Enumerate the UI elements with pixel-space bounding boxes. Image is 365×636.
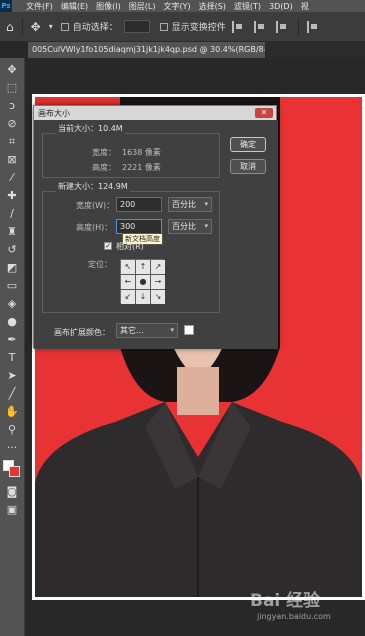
menu-view[interactable]: 视 [301,1,309,12]
close-icon[interactable]: ✕ [255,108,273,118]
chevron-down-icon: ▾ [204,200,208,208]
menu-3d[interactable]: 3D(D) [269,2,293,11]
align-top-icon[interactable] [306,20,319,33]
line-tool-icon[interactable]: ╱ [4,386,20,401]
marquee-tool-icon[interactable]: ⬚ [4,80,20,95]
new-size-title: 新建大小：124.9M [56,181,130,192]
width-input[interactable]: 200 [116,197,162,212]
document-tab[interactable]: 005CulVWly1fo105diaqmj31jk1jk4qp.psd @ 3… [28,42,265,58]
auto-select-dropdown[interactable] [123,20,150,33]
width-unit-select[interactable]: 百分比 ▾ [168,197,212,212]
extension-color-select[interactable]: 其它... ▾ [116,323,178,338]
type-tool-icon[interactable]: T [4,350,20,365]
move-tool-icon[interactable]: ✥ [4,62,20,77]
anchor-arrow-ne-icon[interactable]: ↗ [151,260,165,274]
frame-tool-icon[interactable]: ⊠ [4,152,20,167]
new-height-label: 高度(H)： [76,223,113,232]
history-brush-tool-icon[interactable]: ↺ [4,242,20,257]
separator [21,17,23,36]
menu-image[interactable]: 图像(I) [96,1,121,12]
eyedropper-tool-icon[interactable]: ⁄ [4,170,20,185]
anchor-grid: ↖ ↑ ↗ ← ● → ↙ ↓ ↘ [120,259,165,304]
current-height-label: 高度： [92,163,116,172]
show-transform-checkbox[interactable] [159,22,168,31]
dodge-tool-icon[interactable]: ● [4,314,20,329]
relative-checkbox[interactable]: ✓ [104,242,112,250]
relative-label: 相对(R) [116,242,144,251]
align-right-icon[interactable] [275,20,288,33]
current-width-label: 宽度： [92,148,116,157]
extension-color-label: 画布扩展颜色： [54,328,110,337]
brush-tool-icon[interactable]: ∕ [4,206,20,221]
stamp-tool-icon[interactable]: ♜ [4,224,20,239]
dialog-title: 画布大小 [38,108,70,118]
eraser-tool-icon[interactable]: ◩ [4,260,20,275]
align-left-icon[interactable] [231,20,244,33]
anchor-arrow-n-icon[interactable]: ↑ [136,260,150,274]
menu-filter[interactable]: 滤镜(T) [234,1,261,12]
dialog-titlebar[interactable]: 画布大小 ✕ [34,106,276,120]
canvas-size-dialog: 画布大小 ✕ 当前大小：10.4M 宽度： 1638 像素 高度： 2221 像… [33,105,278,349]
quick-mask-icon[interactable]: ◙ [4,484,20,499]
height-unit-select[interactable]: 百分比 ▾ [168,219,212,234]
background-color-swatch[interactable] [9,466,20,477]
chevron-down-icon[interactable]: ▾ [49,22,53,31]
menu-file[interactable]: 文件(F) [26,1,53,12]
menu-select[interactable]: 选择(S) [199,1,226,12]
watermark-brand: Bai 经验 [250,591,321,611]
document-tab-bar: 005CulVWly1fo105diaqmj31jk1jk4qp.psd @ 3… [28,42,365,58]
anchor-arrow-s-icon[interactable]: ↓ [136,290,150,304]
healing-brush-tool-icon[interactable]: ✚ [4,188,20,203]
chevron-down-icon: ▾ [204,222,208,230]
extension-color-value: 其它... [120,326,144,335]
anchor-arrow-e-icon[interactable]: → [151,275,165,289]
current-size-title: 当前大小：10.4M [56,123,125,134]
menu-edit[interactable]: 编辑(E) [61,1,88,12]
extension-color-swatch[interactable] [184,325,194,335]
anchor-arrow-se-icon[interactable]: ↘ [151,290,165,304]
gradient-tool-icon[interactable]: ▭ [4,278,20,293]
options-bar: ⌂ ✥ ▾ 自动选择： 显示变换控件 [0,12,365,42]
current-height-value: 2221 像素 [122,163,161,172]
pen-tool-icon[interactable]: ✒ [4,332,20,347]
auto-select-checkbox[interactable] [60,22,69,31]
zoom-tool-icon[interactable]: ⚲ [4,422,20,437]
menu-type[interactable]: 文字(Y) [163,1,190,12]
anchor-arrow-w-icon[interactable]: ← [121,275,135,289]
cancel-button[interactable]: 取消 [230,159,266,174]
height-input[interactable]: 300 [116,219,162,234]
separator [297,17,299,36]
anchor-arrow-sw-icon[interactable]: ↙ [121,290,135,304]
current-width-value: 1638 像素 [122,148,161,157]
ok-button[interactable]: 确定 [230,137,266,152]
menu-layer[interactable]: 图层(L) [129,1,156,12]
photoshop-logo: Ps [0,0,12,12]
new-width-label: 宽度(W)： [76,201,115,210]
anchor-center-icon[interactable]: ● [136,275,150,289]
height-unit-label: 百分比 [172,222,196,231]
tools-panel: ✥ ⬚ ↄ ⊘ ⌗ ⊠ ⁄ ✚ ∕ ♜ ↺ ◩ ▭ ◈ ● ✒ T ➤ ╱ ✋ … [0,58,25,636]
auto-select-label: 自动选择： [72,23,118,33]
chevron-down-icon: ▾ [170,326,174,334]
quick-select-tool-icon[interactable]: ⊘ [4,116,20,131]
lasso-tool-icon[interactable]: ↄ [4,98,20,113]
menu-bar: Ps 文件(F) 编辑(E) 图像(I) 图层(L) 文字(Y) 选择(S) 滤… [0,0,365,12]
anchor-label: 定位： [88,260,112,269]
home-icon[interactable]: ⌂ [6,20,14,34]
screen-mode-icon[interactable]: ▣ [4,502,20,517]
move-tool-icon[interactable]: ✥ [31,20,41,34]
dialog-body: 当前大小：10.4M 宽度： 1638 像素 高度： 2221 像素 确定 取消… [34,120,278,349]
crop-tool-icon[interactable]: ⌗ [4,134,20,149]
anchor-arrow-nw-icon[interactable]: ↖ [121,260,135,274]
blur-tool-icon[interactable]: ◈ [4,296,20,311]
hand-tool-icon[interactable]: ✋ [4,404,20,419]
width-unit-label: 百分比 [172,200,196,209]
watermark-url: jingyan.baidu.com [257,612,331,621]
path-select-tool-icon[interactable]: ➤ [4,368,20,383]
show-transform-label: 显示变换控件 [171,23,226,33]
align-center-icon[interactable] [253,20,266,33]
more-tools-icon[interactable]: ··· [4,440,20,455]
